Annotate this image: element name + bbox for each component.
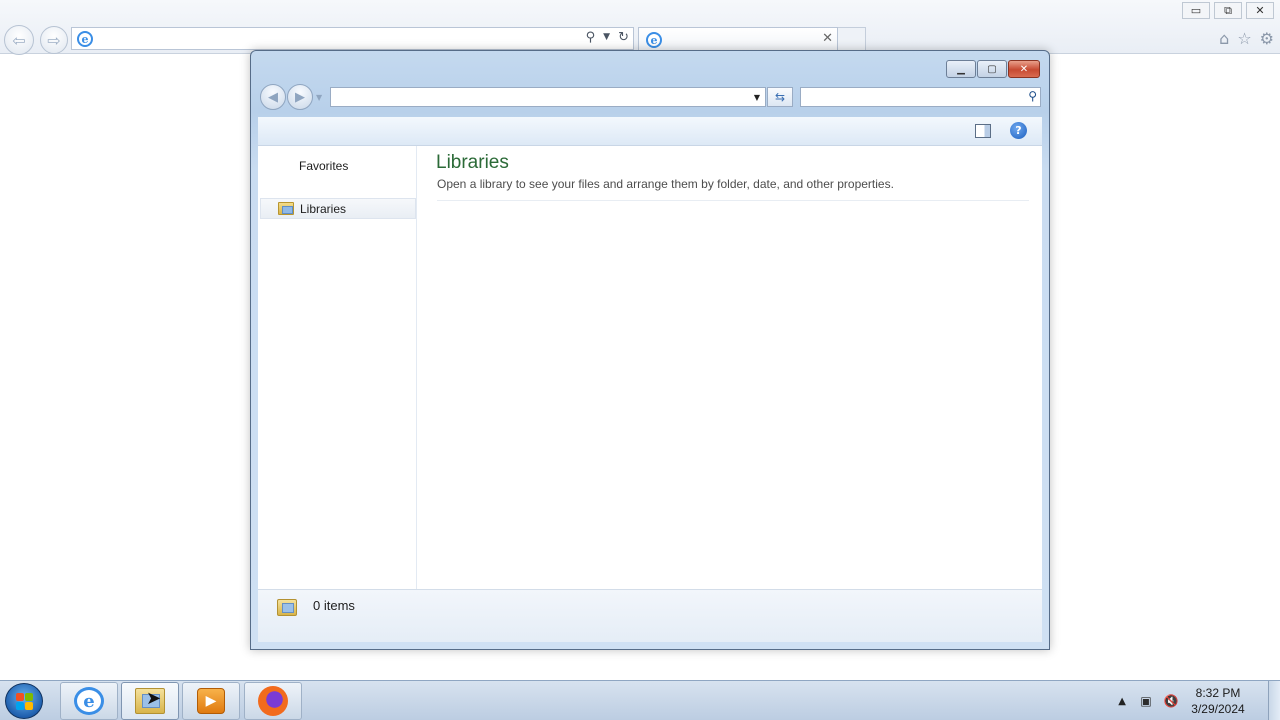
close-icon: ✕ xyxy=(1019,63,1029,75)
minimize-icon: ▁ xyxy=(957,63,965,75)
page-description: Open a library to see your files and arr… xyxy=(437,177,894,191)
browser-tab[interactable]: e ✕ xyxy=(638,27,838,51)
favorites-heading[interactable]: Favorites xyxy=(299,159,348,173)
taskbar-internet-explorer[interactable]: e xyxy=(60,682,118,720)
ie-tab-icon: e xyxy=(646,32,662,48)
navigation-pane: Favorites Libraries xyxy=(258,146,417,589)
back-arrow-icon: ◀ xyxy=(268,89,278,105)
recent-pages-chevron-icon[interactable]: ▼ xyxy=(316,93,322,102)
browser-close-button[interactable]: ✕ xyxy=(1246,2,1274,19)
volume-muted-icon[interactable]: 🔇 xyxy=(1163,694,1179,708)
forward-arrow-icon: ▶ xyxy=(295,89,305,105)
search-icon[interactable]: ⚲ xyxy=(586,30,596,45)
network-icon[interactable]: ▣ xyxy=(1138,694,1154,708)
sidebar-item-label: Libraries xyxy=(300,201,347,216)
back-arrow-icon: ⇦ xyxy=(12,30,26,50)
refresh-icon[interactable]: ↻ xyxy=(618,30,629,45)
explorer-address-bar[interactable]: ▼ xyxy=(330,87,766,107)
explorer-forward-button[interactable]: ▶ xyxy=(287,84,313,110)
mouse-cursor-icon: ➤ xyxy=(146,688,162,709)
taskbar-firefox[interactable] xyxy=(244,682,302,720)
start-button[interactable] xyxy=(5,683,43,719)
preview-pane-icon[interactable] xyxy=(975,124,991,138)
minimize-button[interactable]: ▁ xyxy=(946,60,976,78)
content-pane: Libraries Open a library to see your fil… xyxy=(417,146,1042,589)
sidebar-item-libraries[interactable]: Libraries xyxy=(260,198,416,219)
taskbar-windows-explorer[interactable]: ➤ xyxy=(121,682,179,720)
details-pane: 0 items xyxy=(258,589,1042,642)
clock[interactable]: 8:32 PM 3/29/2024 xyxy=(1188,685,1248,717)
refresh-icon: ⇆ xyxy=(774,90,786,104)
page-title: Libraries xyxy=(436,152,509,173)
browser-address-bar[interactable]: e ⚲ ▼ ↻ xyxy=(71,27,634,50)
maximize-button[interactable]: ▢ xyxy=(977,60,1007,78)
browser-minimize-button[interactable]: ▭ xyxy=(1182,2,1210,19)
explorer-search-input[interactable]: ⚲ xyxy=(800,87,1041,107)
explorer-window: ▁ ▢ ✕ ◀ ▶ ▼ ▼ ⇆ ⚲ ? Favorites Libraries … xyxy=(250,50,1050,650)
taskbar: e ➤ ▶ ▲ ▣ 🔇 8:32 PM 3/29/2024 xyxy=(0,680,1280,720)
clock-date: 3/29/2024 xyxy=(1191,702,1245,716)
media-player-icon: ▶ xyxy=(197,688,225,714)
divider xyxy=(437,200,1029,201)
close-tab-icon[interactable]: ✕ xyxy=(822,31,833,46)
browser-restore-button[interactable]: ⧉ xyxy=(1214,2,1242,19)
new-tab-button[interactable] xyxy=(838,27,866,51)
windows-logo-icon xyxy=(15,701,24,710)
search-icon[interactable]: ⚲ xyxy=(1028,89,1037,103)
libraries-folder-icon xyxy=(277,599,297,616)
windows-logo-icon xyxy=(15,692,24,701)
chevron-down-icon[interactable]: ▼ xyxy=(603,32,610,45)
command-bar: ? xyxy=(258,117,1042,146)
show-desktop-button[interactable] xyxy=(1268,681,1280,720)
clock-time: 8:32 PM xyxy=(1195,686,1241,700)
back-button[interactable]: ⇦ xyxy=(4,25,34,55)
firefox-icon xyxy=(258,686,288,716)
close-button[interactable]: ✕ xyxy=(1008,60,1040,78)
browser-toolbar: ⇦ ⇨ e ⚲ ▼ ↻ e ✕ ▭ ⧉ ✕ ⌂ ☆ ⚙ xyxy=(0,0,1280,55)
address-dropdown-icon[interactable]: ▼ xyxy=(749,88,765,106)
taskbar-media-player[interactable]: ▶ xyxy=(182,682,240,720)
system-tray: ▲ ▣ 🔇 8:32 PM 3/29/2024 xyxy=(1118,681,1280,720)
explorer-refresh-button[interactable]: ⇆ xyxy=(767,87,793,107)
show-hidden-icons-icon[interactable]: ▲ xyxy=(1118,696,1126,707)
windows-logo-icon xyxy=(24,701,33,710)
libraries-folder-icon xyxy=(278,202,294,215)
star-icon[interactable]: ☆ xyxy=(1237,29,1251,48)
help-icon[interactable]: ? xyxy=(1010,122,1027,139)
explorer-back-button[interactable]: ◀ xyxy=(260,84,286,110)
item-count: 0 items xyxy=(313,598,355,613)
gear-icon[interactable]: ⚙ xyxy=(1260,29,1274,48)
forward-arrow-icon: ⇨ xyxy=(47,30,61,50)
home-icon[interactable]: ⌂ xyxy=(1219,29,1229,48)
windows-logo-icon xyxy=(24,692,33,701)
forward-button[interactable]: ⇨ xyxy=(40,26,68,54)
maximize-icon: ▢ xyxy=(987,63,997,75)
ie-icon: e xyxy=(74,687,104,715)
ie-page-icon: e xyxy=(77,31,93,47)
